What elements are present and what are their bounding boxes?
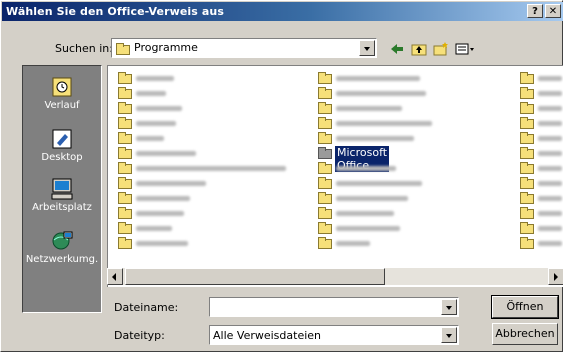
horizontal-scrollbar[interactable] bbox=[107, 268, 563, 285]
folder-icon bbox=[318, 72, 332, 84]
folder-icon bbox=[118, 207, 132, 219]
folder-icon bbox=[520, 237, 534, 249]
file-list[interactable]: Microsoft Office bbox=[107, 65, 563, 287]
new-folder-icon[interactable] bbox=[433, 41, 449, 57]
folder-icon bbox=[520, 207, 534, 219]
back-arrow-icon[interactable] bbox=[389, 41, 405, 57]
folder-icon bbox=[118, 102, 132, 114]
file-open-dialog: Wählen Sie den Office-Verweis aus ? ✕ Su… bbox=[0, 0, 563, 352]
filetype-value: Alle Verweisdateien bbox=[213, 329, 322, 342]
folder-icon bbox=[520, 162, 534, 174]
folder-icon bbox=[520, 177, 534, 189]
title-bar[interactable]: Wählen Sie den Office-Verweis aus ? ✕ bbox=[2, 2, 563, 21]
place-label: Verlauf bbox=[44, 100, 80, 111]
scroll-left-icon[interactable] bbox=[107, 268, 123, 285]
dialog-title: Wählen Sie den Office-Verweis aus bbox=[6, 5, 224, 18]
folder-icon bbox=[318, 102, 332, 114]
views-menu-icon[interactable] bbox=[455, 41, 477, 57]
folder-icon bbox=[118, 87, 132, 99]
open-button[interactable]: Öffnen bbox=[491, 295, 559, 319]
folder-icon bbox=[116, 43, 130, 55]
folder-icon bbox=[520, 147, 534, 159]
places-bar: Verlauf Desktop Arbeitsplatz Netzwerkumg… bbox=[22, 65, 102, 313]
filetype-select[interactable]: Alle Verweisdateien bbox=[209, 325, 459, 345]
filename-field[interactable] bbox=[209, 297, 459, 317]
scroll-right-icon[interactable] bbox=[548, 268, 563, 285]
folder-icon bbox=[318, 147, 332, 159]
folder-icon bbox=[118, 237, 132, 249]
chevron-down-icon[interactable] bbox=[359, 40, 375, 56]
scroll-thumb[interactable] bbox=[125, 268, 385, 285]
network-icon bbox=[50, 230, 74, 252]
folder-icon bbox=[118, 147, 132, 159]
folder-icon bbox=[520, 72, 534, 84]
place-history[interactable]: Verlauf bbox=[23, 76, 101, 111]
folder-icon bbox=[318, 87, 332, 99]
folder-icon bbox=[118, 72, 132, 84]
folder-icon bbox=[318, 132, 332, 144]
place-network[interactable]: Netzwerkumg. bbox=[23, 230, 101, 265]
folder-icon bbox=[318, 192, 332, 204]
folder-icon bbox=[118, 162, 132, 174]
folder-icon bbox=[118, 192, 132, 204]
place-label: Netzwerkumg. bbox=[25, 254, 99, 265]
folder-icon bbox=[520, 192, 534, 204]
filetype-label: Dateityp: bbox=[114, 329, 165, 342]
folder-icon bbox=[318, 177, 332, 189]
folder-icon bbox=[520, 222, 534, 234]
up-folder-icon[interactable] bbox=[411, 41, 427, 57]
folder-icon bbox=[118, 177, 132, 189]
filename-input[interactable] bbox=[210, 298, 416, 315]
folder-icon bbox=[318, 222, 332, 234]
folder-icon bbox=[520, 87, 534, 99]
folder-icon bbox=[318, 162, 332, 174]
chevron-down-icon[interactable] bbox=[441, 299, 457, 315]
folder-icon bbox=[318, 207, 332, 219]
cancel-button[interactable]: Abbrechen bbox=[492, 323, 558, 345]
look-in-combo[interactable]: Programme bbox=[111, 38, 377, 58]
chevron-down-icon[interactable] bbox=[441, 327, 457, 343]
folder-icon bbox=[118, 117, 132, 129]
folder-icon bbox=[118, 132, 132, 144]
close-button[interactable]: ✕ bbox=[545, 4, 561, 18]
place-desktop[interactable]: Desktop bbox=[23, 128, 101, 163]
folder-icon bbox=[520, 132, 534, 144]
place-label: Desktop bbox=[41, 152, 83, 163]
folder-icon bbox=[520, 117, 534, 129]
help-button[interactable]: ? bbox=[527, 4, 543, 18]
place-label: Arbeitsplatz bbox=[32, 202, 92, 213]
look-in-label: Suchen in: bbox=[55, 42, 113, 55]
folder-icon bbox=[318, 237, 332, 249]
folder-icon bbox=[318, 117, 332, 129]
filename-label: Dateiname: bbox=[114, 301, 179, 314]
history-icon bbox=[50, 76, 74, 98]
my-computer-icon bbox=[50, 178, 74, 200]
desktop-icon bbox=[50, 128, 74, 150]
place-my-computer[interactable]: Arbeitsplatz bbox=[23, 178, 101, 213]
look-in-value: Programme bbox=[134, 41, 198, 54]
folder-icon bbox=[118, 222, 132, 234]
folder-icon bbox=[520, 102, 534, 114]
